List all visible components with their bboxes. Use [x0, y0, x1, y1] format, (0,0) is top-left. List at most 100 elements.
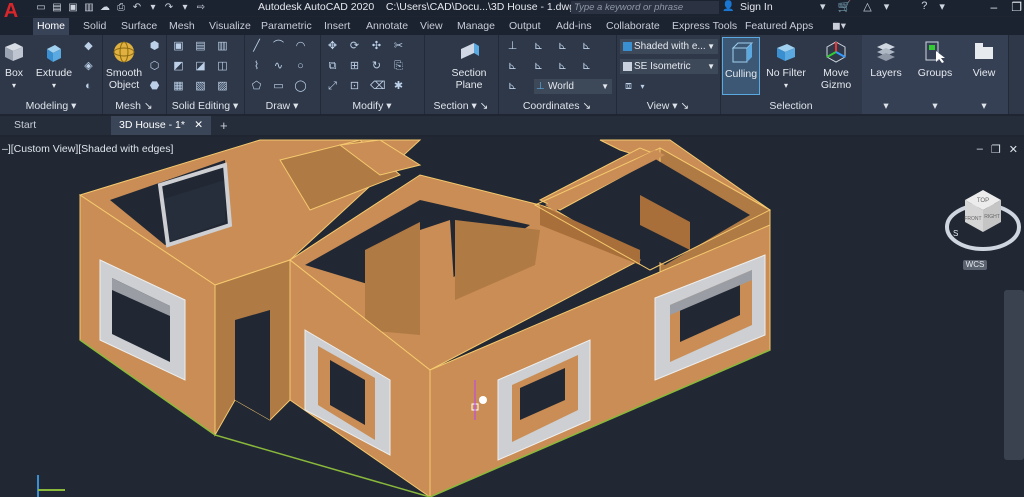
view-preset-select[interactable]: SE Isometric ▼: [620, 59, 718, 74]
save-icon[interactable]: ▣: [66, 1, 80, 14]
vp-minimize-icon[interactable]: –: [977, 143, 983, 156]
tab-view[interactable]: View: [416, 18, 447, 35]
share-icon[interactable]: ⇨: [194, 1, 208, 14]
tab-surface[interactable]: Surface: [117, 18, 161, 35]
help-dropdown-icon[interactable]: ▾: [939, 0, 945, 13]
viewcube-right-label[interactable]: RIGHT: [984, 214, 1000, 220]
minimize-icon[interactable]: –: [991, 0, 998, 14]
ucs-icon[interactable]: ⊥: [506, 40, 519, 53]
erase-icon[interactable]: ⌫: [370, 80, 386, 93]
viewcube[interactable]: TOP FRONT RIGHT S: [943, 182, 1023, 257]
extrude-button[interactable]: Extrude ▾: [34, 39, 74, 92]
viewport-config-dropdown-icon[interactable]: ▾: [636, 80, 649, 93]
ucs-face-icon[interactable]: ⊾: [506, 60, 519, 73]
vp-restore-icon[interactable]: ❐: [991, 143, 1001, 156]
dropdown-icon[interactable]: ▾: [884, 0, 890, 13]
ucs-3point-icon[interactable]: ⊾: [580, 40, 593, 53]
panel-title-modify[interactable]: Modify ▾: [320, 100, 424, 112]
interfere-icon[interactable]: ◪: [194, 60, 207, 73]
extract-edges-icon[interactable]: ◫: [216, 60, 229, 73]
tab-parametric[interactable]: Parametric: [257, 18, 316, 35]
ucs-view-icon[interactable]: ⊾: [532, 60, 545, 73]
layers-dropdown-icon[interactable]: ▾: [862, 100, 910, 112]
presspull-icon[interactable]: ◆: [82, 40, 95, 53]
move-icon[interactable]: ✥: [326, 40, 339, 53]
close-tab-icon[interactable]: ✕: [194, 116, 203, 135]
file-tab-3d-house[interactable]: 3D House - 1* ✕: [111, 116, 211, 135]
user-icon[interactable]: 👤: [722, 1, 734, 12]
view-dropdown-icon[interactable]: ▾: [960, 100, 1008, 112]
tab-featured-apps[interactable]: Featured Apps: [741, 18, 817, 35]
ucs-select[interactable]: ⊥ World ▼: [534, 79, 612, 94]
wcs-menu[interactable]: WCS: [963, 260, 987, 270]
polygon-icon[interactable]: ⬠: [250, 80, 263, 93]
navigation-bar[interactable]: [1004, 290, 1024, 460]
panel-title-view[interactable]: View ▾ ↘: [616, 100, 720, 112]
section-plane-button[interactable]: Section Plane: [444, 39, 494, 91]
separate-icon[interactable]: ▦: [172, 80, 185, 93]
offset-icon[interactable]: ⊡: [348, 80, 361, 93]
undo-dropdown-icon[interactable]: ▾: [146, 1, 160, 14]
panel-title-draw[interactable]: Draw ▾: [244, 100, 320, 112]
box-button[interactable]: Box ▾: [0, 39, 28, 92]
dropdown-icon[interactable]: ▾: [820, 0, 826, 13]
helix-icon[interactable]: ⌇: [250, 60, 263, 73]
tab-mesh[interactable]: Mesh: [165, 18, 199, 35]
ucs-origin-icon[interactable]: ⊾: [556, 40, 569, 53]
smooth-object-button[interactable]: Smooth Object: [104, 39, 144, 91]
tab-home[interactable]: Home: [33, 18, 70, 35]
scale-icon[interactable]: ⤢: [326, 80, 339, 93]
redo-icon[interactable]: ↷: [162, 1, 176, 14]
align-icon[interactable]: ✣: [370, 40, 383, 53]
plot-icon[interactable]: ⎙: [114, 1, 128, 14]
move-gizmo-button[interactable]: Move Gizmo: [814, 39, 858, 91]
help-icon[interactable]: ?: [921, 0, 927, 13]
autodesk-a360-icon[interactable]: △: [863, 0, 871, 13]
panel-title-modeling[interactable]: Modeling ▾: [0, 100, 102, 112]
panel-title-mesh[interactable]: Mesh ↘: [102, 100, 166, 112]
ucs-z-icon[interactable]: ⊾: [506, 80, 519, 93]
new-icon[interactable]: ▭: [34, 1, 48, 14]
rotate3d-icon[interactable]: ⟳: [348, 40, 361, 53]
smooth-icon[interactable]: ◈: [82, 60, 95, 73]
tab-annotate[interactable]: Annotate: [362, 18, 412, 35]
no-filter-button[interactable]: No Filter ▾: [764, 39, 808, 92]
viewcube-front-label[interactable]: FRONT: [964, 216, 981, 222]
viewport-label[interactable]: –][Custom View][Shaded with edges]: [2, 143, 173, 155]
panel-title-coordinates[interactable]: Coordinates ↘: [498, 100, 616, 112]
shell-icon[interactable]: ▨: [216, 80, 229, 93]
drawing-viewport[interactable]: TOP FRONT RIGHT S: [0, 137, 1024, 497]
rotate-icon[interactable]: ↻: [370, 60, 383, 73]
panel-title-solid-editing[interactable]: Solid Editing ▾: [166, 100, 244, 112]
new-tab-icon[interactable]: +: [220, 116, 228, 135]
circle-icon[interactable]: ○: [294, 60, 307, 73]
tab-add-ins[interactable]: Add-ins: [552, 18, 596, 35]
view-button[interactable]: View: [962, 39, 1006, 79]
redo-dropdown-icon[interactable]: ▾: [178, 1, 192, 14]
ucs-world-icon[interactable]: ⊾: [532, 40, 545, 53]
ribbon-options-icon[interactable]: ◼▾: [828, 18, 850, 35]
smooth-more-icon[interactable]: ⬢: [148, 40, 161, 53]
cart-icon[interactable]: 🛒: [838, 0, 852, 13]
layers-button[interactable]: Layers: [864, 39, 908, 79]
viewcube-top-label[interactable]: TOP: [977, 198, 989, 204]
file-tab-start[interactable]: Start: [6, 116, 109, 135]
explode-icon[interactable]: ✱: [392, 80, 405, 93]
tab-insert[interactable]: Insert: [320, 18, 354, 35]
culling-button[interactable]: Culling: [722, 37, 760, 95]
viewport-config-icon[interactable]: ⧈: [622, 80, 635, 93]
cloud-icon[interactable]: ☁: [98, 1, 112, 14]
groups-dropdown-icon[interactable]: ▾: [910, 100, 960, 112]
trim-icon[interactable]: ✂: [392, 40, 405, 53]
restore-icon[interactable]: ❐: [1011, 0, 1022, 14]
array-icon[interactable]: ⊞: [348, 60, 361, 73]
tab-collaborate[interactable]: Collaborate: [602, 18, 664, 35]
groups-button[interactable]: Groups: [912, 39, 958, 79]
panel-groups[interactable]: Groups ▾: [910, 35, 961, 114]
tab-manage[interactable]: Manage: [453, 18, 499, 35]
subtract-icon[interactable]: ▤: [194, 40, 207, 53]
line-icon[interactable]: ╱: [250, 40, 263, 53]
open-icon[interactable]: ▤: [50, 1, 64, 14]
undo-icon[interactable]: ↶: [130, 1, 144, 14]
tab-visualize[interactable]: Visualize: [205, 18, 255, 35]
